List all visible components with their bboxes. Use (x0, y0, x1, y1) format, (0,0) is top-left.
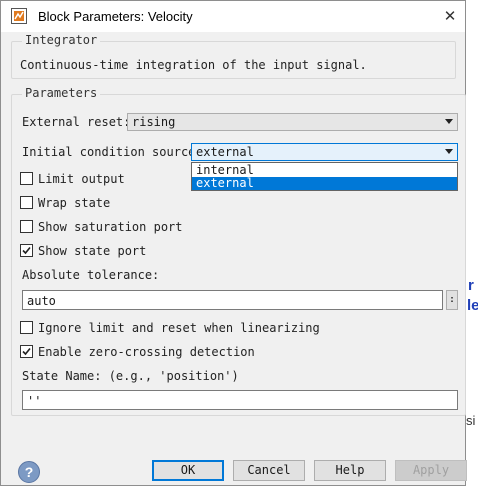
help-button[interactable]: Help (314, 460, 386, 481)
ignore-limit-label: Ignore limit and reset when linearizing (38, 321, 320, 335)
initial-condition-source-select[interactable]: external (191, 143, 458, 161)
external-reset-select[interactable]: rising (127, 113, 458, 131)
initial-condition-source-label: Initial condition source: (22, 145, 203, 159)
parameters-group-title: Parameters (22, 86, 101, 100)
chevron-down-icon (445, 119, 453, 124)
background-text-fragment: r (468, 277, 474, 294)
absolute-tolerance-value: auto (27, 294, 56, 308)
state-name-label: State Name: (e.g., 'position') (22, 369, 239, 383)
help-icon[interactable]: ? (18, 461, 40, 483)
initial-condition-source-dropdown: internal external (191, 162, 458, 191)
show-state-port-checkbox[interactable] (20, 244, 33, 257)
dropdown-option-external[interactable]: external (192, 177, 457, 190)
zero-crossing-checkbox[interactable] (20, 345, 33, 358)
integrator-group-title: Integrator (22, 33, 101, 47)
ok-button[interactable]: OK (152, 460, 224, 481)
background-text-fragment: le (467, 297, 478, 314)
ignore-limit-checkbox[interactable] (20, 321, 33, 334)
zero-crossing-label: Enable zero-crossing detection (38, 345, 255, 359)
initial-condition-source-value: external (196, 145, 254, 159)
more-options-button[interactable]: : (446, 290, 458, 310)
absolute-tolerance-label: Absolute tolerance: (22, 268, 160, 282)
wrap-state-label: Wrap state (38, 196, 111, 210)
simulink-app-icon (11, 8, 27, 24)
chevron-down-icon (445, 149, 453, 154)
show-saturation-port-label: Show saturation port (38, 220, 183, 234)
show-saturation-port-checkbox[interactable] (20, 220, 33, 233)
limit-output-checkbox[interactable] (20, 172, 33, 185)
state-name-input[interactable]: '' (22, 390, 458, 410)
integrator-description: Continuous-time integration of the input… (20, 58, 367, 72)
close-button[interactable]: ✕ (435, 1, 465, 32)
external-reset-value: rising (132, 115, 176, 129)
wrap-state-checkbox[interactable] (20, 196, 33, 209)
checkmark-icon (22, 246, 31, 255)
integrator-group: Integrator Continuous-time integration o… (11, 33, 456, 79)
checkmark-icon (22, 347, 31, 356)
apply-button[interactable]: Apply (395, 460, 467, 481)
window-title: Block Parameters: Velocity (38, 9, 193, 24)
cancel-button[interactable]: Cancel (233, 460, 305, 481)
show-state-port-label: Show state port (38, 244, 147, 258)
block-parameters-dialog: Block Parameters: Velocity ✕ Integrator … (0, 0, 467, 486)
absolute-tolerance-input[interactable]: auto (22, 290, 443, 310)
title-bar[interactable]: Block Parameters: Velocity ✕ (1, 1, 465, 32)
limit-output-label: Limit output (38, 172, 125, 186)
external-reset-label: External reset: (22, 115, 131, 129)
state-name-value: '' (27, 394, 42, 408)
background-text-fragment: si (466, 413, 476, 428)
close-icon: ✕ (443, 8, 457, 25)
